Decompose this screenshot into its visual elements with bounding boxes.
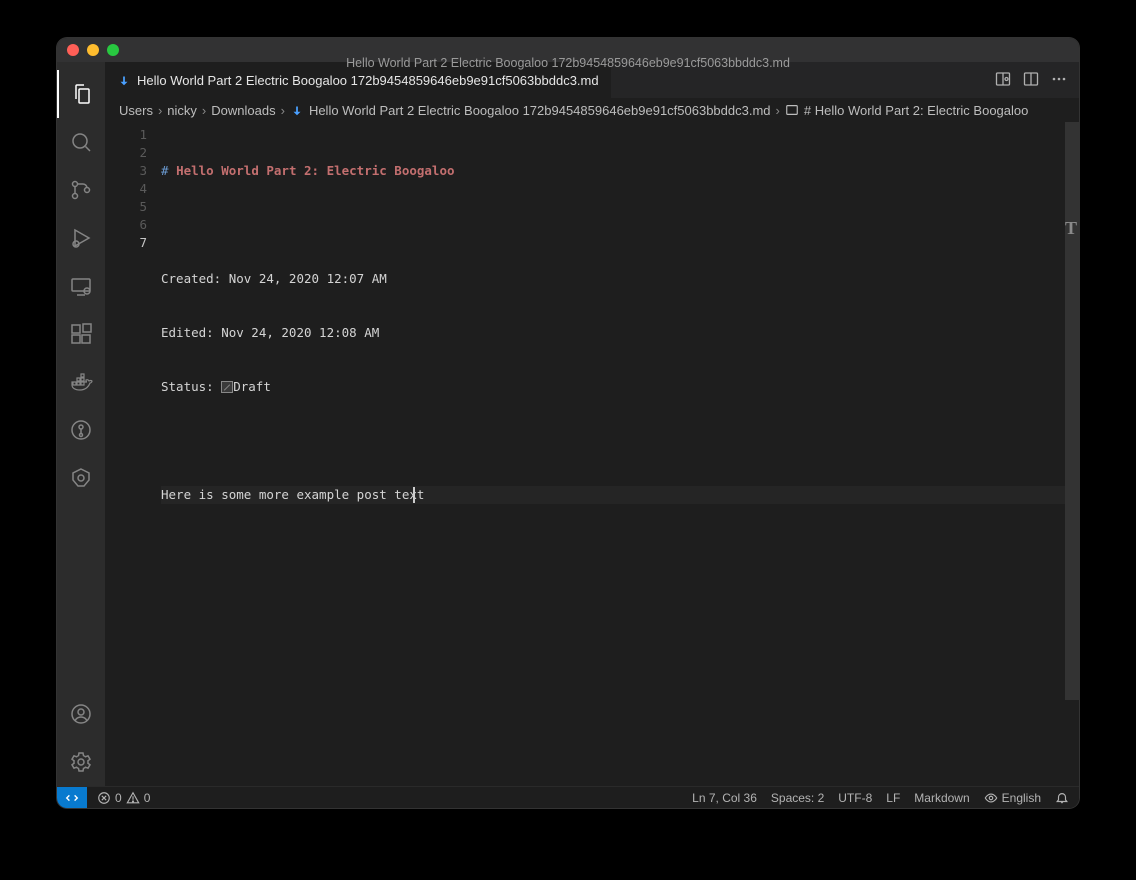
- breadcrumb[interactable]: Users › nicky › Downloads › Hello World …: [105, 98, 1079, 122]
- search-icon[interactable]: [57, 118, 105, 166]
- eol-status[interactable]: LF: [886, 791, 900, 805]
- minimap-slider[interactable]: [1065, 122, 1079, 700]
- window-controls: [67, 44, 119, 56]
- symbol-icon: [785, 103, 799, 117]
- broken-image-icon: [221, 381, 233, 393]
- crumb-users[interactable]: Users: [119, 103, 153, 118]
- crumb-user[interactable]: nicky: [167, 103, 197, 118]
- accounts-icon[interactable]: [57, 690, 105, 738]
- crumb-file[interactable]: Hello World Part 2 Electric Boogaloo 172…: [309, 103, 771, 118]
- remote-explorer-icon[interactable]: [57, 262, 105, 310]
- zoom-window-button[interactable]: [107, 44, 119, 56]
- explorer-icon[interactable]: [57, 70, 105, 118]
- markdown-file-icon: [117, 73, 131, 87]
- indentation-status[interactable]: Spaces: 2: [771, 791, 824, 805]
- code-area[interactable]: # Hello World Part 2: Electric Boogaloo …: [161, 122, 1079, 786]
- status-bar: 0 0 Ln 7, Col 36 Spaces: 2 UTF-8 LF Mark…: [57, 786, 1079, 808]
- problems-status[interactable]: 0 0: [97, 791, 150, 805]
- editor-group: Hello World Part 2 Electric Boogaloo 172…: [105, 62, 1079, 786]
- encoding-status[interactable]: UTF-8: [838, 791, 872, 805]
- chevron-right-icon: ›: [202, 103, 206, 118]
- notifications-icon[interactable]: [1055, 791, 1069, 805]
- eye-icon: [984, 791, 998, 805]
- close-window-button[interactable]: [67, 44, 79, 56]
- overview-glyph: T: [1065, 218, 1077, 239]
- editor[interactable]: 1 2 3 4 5 6 7 # Hello World Part 2: Elec…: [105, 122, 1079, 786]
- split-editor-icon[interactable]: [1023, 71, 1039, 90]
- tab-label: Hello World Part 2 Electric Boogaloo 172…: [137, 73, 599, 88]
- warning-icon: [126, 791, 140, 805]
- more-actions-icon[interactable]: [1051, 71, 1067, 90]
- open-preview-icon[interactable]: [995, 71, 1011, 90]
- error-icon: [97, 791, 111, 805]
- run-debug-icon[interactable]: [57, 214, 105, 262]
- chevron-right-icon: ›: [158, 103, 162, 118]
- window-title: Hello World Part 2 Electric Boogaloo 172…: [57, 56, 1079, 70]
- settings-gear-icon[interactable]: [57, 738, 105, 786]
- markdown-file-icon: [290, 103, 304, 117]
- cursor-position[interactable]: Ln 7, Col 36: [692, 791, 757, 805]
- titlebar[interactable]: Hello World Part 2 Electric Boogaloo 172…: [57, 38, 1079, 62]
- remote-indicator[interactable]: [57, 787, 87, 809]
- chevron-right-icon: ›: [776, 103, 780, 118]
- vscode-window: Hello World Part 2 Electric Boogaloo 172…: [57, 38, 1079, 808]
- extensions-icon[interactable]: [57, 310, 105, 358]
- chevron-right-icon: ›: [281, 103, 285, 118]
- spellcheck-status[interactable]: English: [984, 791, 1041, 805]
- line-number-gutter: 1 2 3 4 5 6 7: [105, 122, 161, 786]
- crumb-symbol[interactable]: # Hello World Part 2: Electric Boogaloo: [804, 103, 1028, 118]
- kubernetes-icon[interactable]: [57, 454, 105, 502]
- language-mode[interactable]: Markdown: [914, 791, 969, 805]
- activity-bar: [57, 62, 105, 786]
- crumb-downloads[interactable]: Downloads: [211, 103, 275, 118]
- minimize-window-button[interactable]: [87, 44, 99, 56]
- docker-icon[interactable]: [57, 358, 105, 406]
- gitlens-icon[interactable]: [57, 406, 105, 454]
- source-control-icon[interactable]: [57, 166, 105, 214]
- text-cursor: [413, 487, 415, 503]
